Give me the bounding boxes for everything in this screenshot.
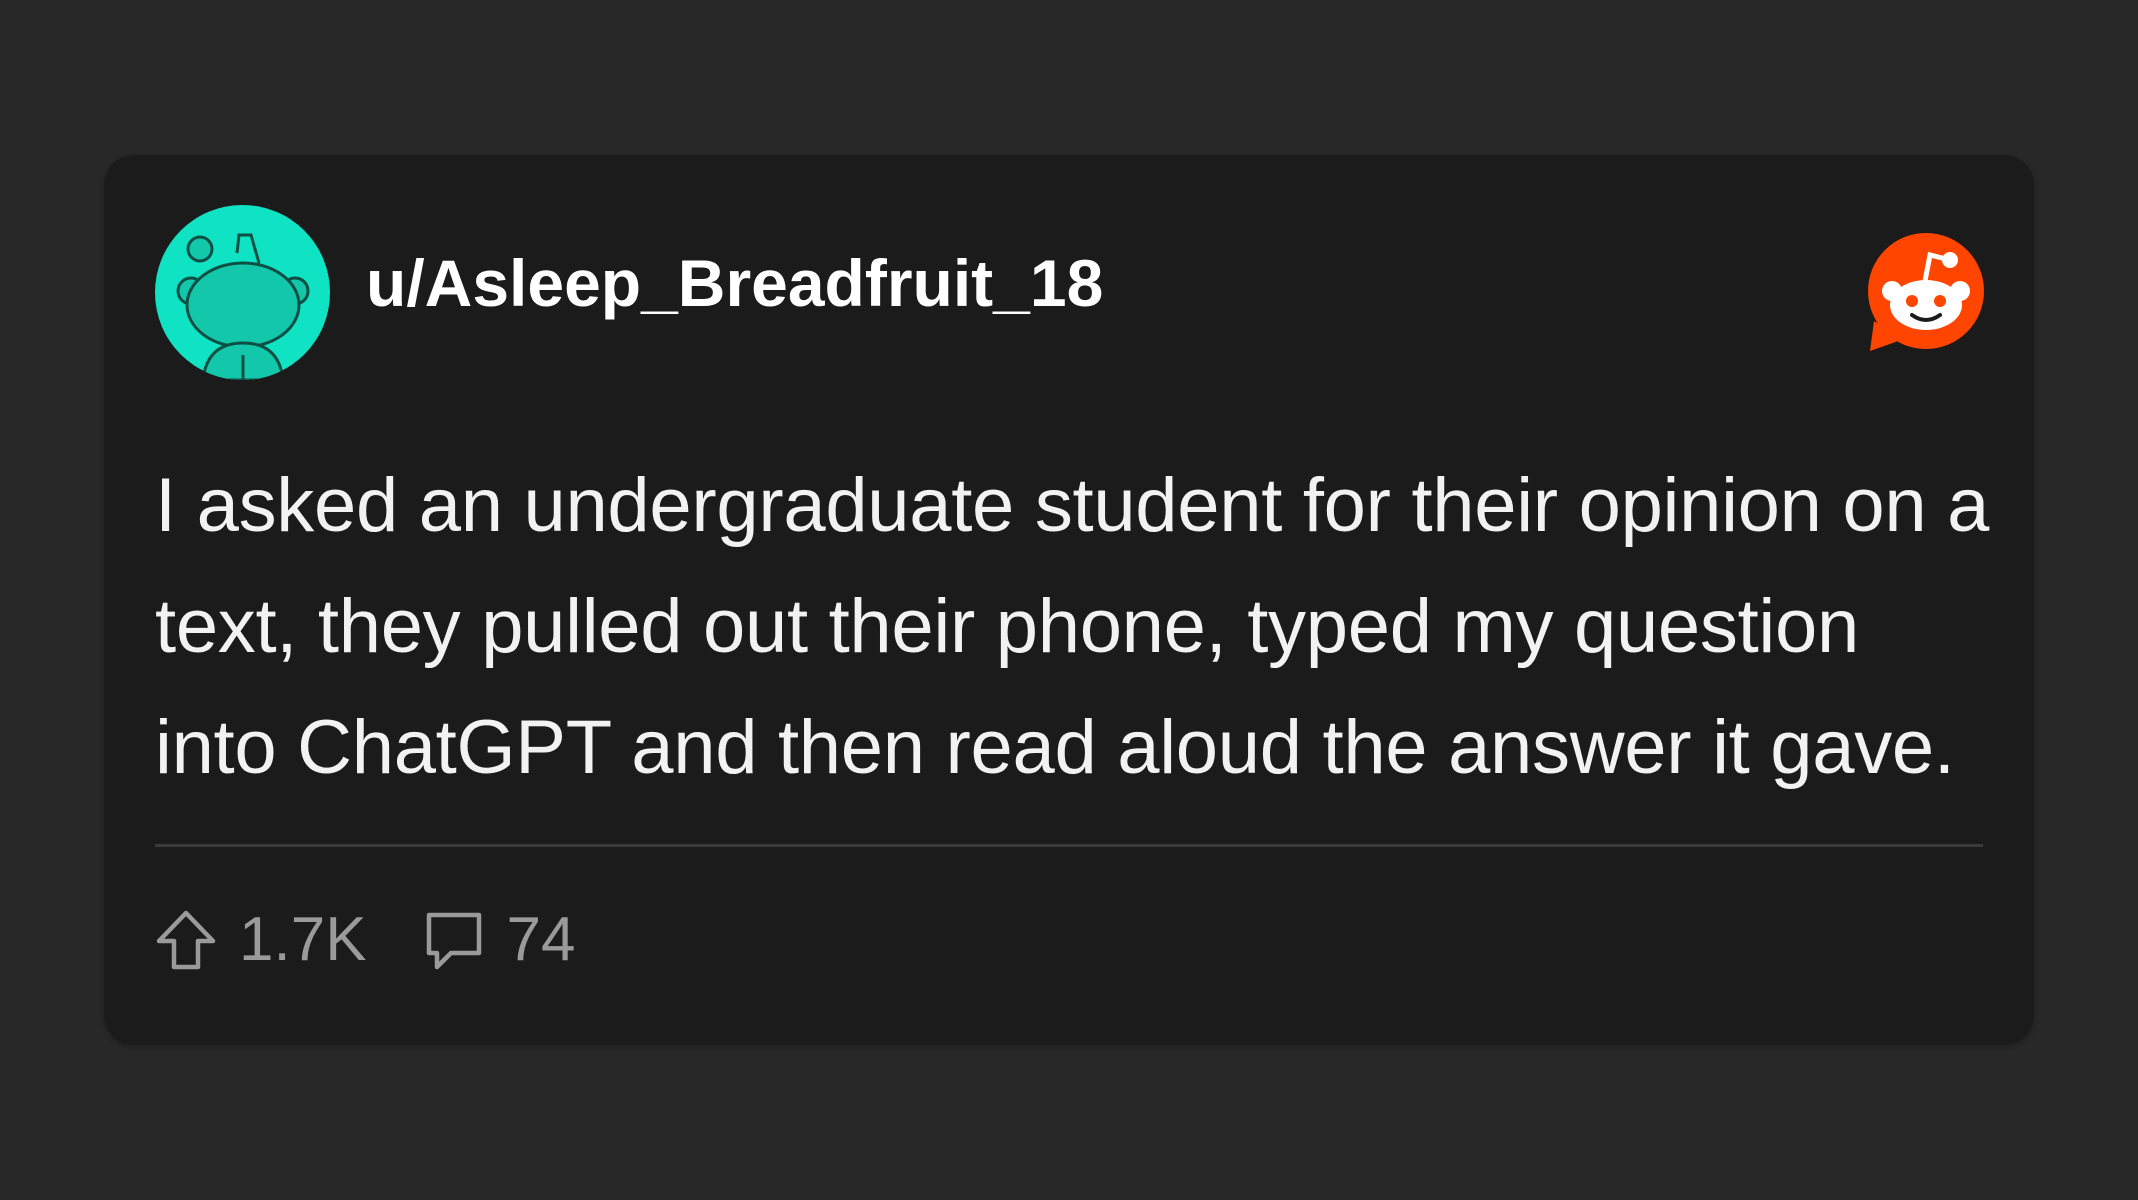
user-avatar[interactable] [155,205,330,380]
upvote-count: 1.7K [239,905,367,974]
post-body-text: I asked an undergraduate student for the… [155,463,1990,790]
snoo-avatar-icon [155,205,330,380]
comments-button[interactable]: 74 [423,909,576,971]
reddit-logo-icon [1864,233,1986,355]
comment-count: 74 [506,905,576,974]
comment-bubble-icon[interactable] [423,909,485,971]
upvote-button[interactable]: 1.7K [155,909,367,971]
divider [155,844,1983,847]
post-card[interactable]: u/Asleep_Breadfruit_18 I asked an underg… [104,155,2034,1045]
username[interactable]: u/Asleep_Breadfruit_18 [366,250,1103,316]
post-stats: 1.7K 74 [155,905,576,975]
upvote-arrow-icon[interactable] [155,909,217,971]
